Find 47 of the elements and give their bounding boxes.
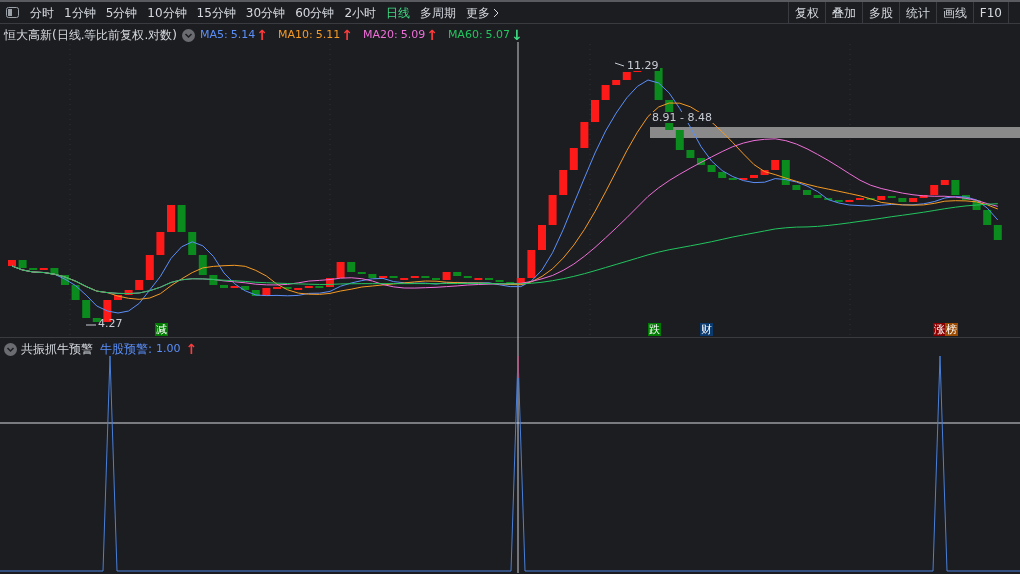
- period-tab[interactable]: 5分钟: [100, 2, 143, 23]
- toolbar-button[interactable]: 画线: [935, 2, 973, 23]
- indicator-value: 1.00: [156, 340, 181, 357]
- indicator-label: MA10:: [277, 26, 313, 43]
- period-tab[interactable]: 2小时: [339, 2, 382, 23]
- period-tab[interactable]: 分时: [25, 2, 59, 23]
- leader-line: [614, 62, 625, 67]
- toolbar-button[interactable]: 多股: [861, 2, 899, 23]
- indicator-value: 5.11: [315, 26, 341, 43]
- indicator-value: 5.07: [485, 26, 511, 43]
- period-tab[interactable]: 10分钟: [142, 2, 192, 23]
- trend-arrow: ↑: [426, 28, 438, 42]
- indicator-label: MA5:: [200, 26, 228, 43]
- trend-arrow: ↑: [256, 28, 268, 42]
- indicator-label: MA20:: [362, 26, 398, 43]
- toolbar-button[interactable]: 统计: [898, 2, 936, 23]
- period-tab[interactable]: 日线: [381, 2, 416, 23]
- collapse-icon[interactable]: [182, 28, 195, 42]
- low-price-label: 4.27: [98, 318, 123, 329]
- indicator-value: 5.09: [400, 26, 426, 43]
- chart-title: 恒大高新(日线.等比前复权.对数): [4, 27, 177, 44]
- indicator-value: 5.14: [230, 26, 256, 43]
- trend-arrow: ↑: [341, 28, 353, 42]
- period-tab[interactable]: 15分钟: [191, 2, 241, 23]
- signal-tag: 财: [700, 323, 713, 336]
- toolbar-button[interactable]: F10: [972, 2, 1008, 23]
- period-tab[interactable]: 1分钟: [59, 2, 101, 23]
- trend-arrow: ↓: [511, 28, 523, 42]
- period-tab[interactable]: 60分钟: [290, 2, 340, 23]
- indicator-title: 共振抓牛预警: [21, 341, 93, 358]
- chevron-right-icon: [493, 7, 500, 18]
- signal-tag: 榜: [945, 323, 958, 336]
- toolbar-button[interactable]: 复权: [787, 2, 825, 23]
- leader-line: [85, 324, 97, 326]
- indicator-label: 牛股预警:: [100, 341, 153, 358]
- panel-toggle-icon[interactable]: [6, 7, 19, 18]
- trend-arrow: ↑: [185, 342, 198, 356]
- indicator-label: MA60:: [447, 26, 483, 43]
- toolbar-button[interactable]: 叠加: [824, 2, 862, 23]
- period-tab[interactable]: 更多: [461, 2, 505, 23]
- collapse-icon[interactable]: [4, 342, 17, 356]
- signal-tag: 减: [155, 323, 168, 336]
- high-price-label: 11.29: [626, 60, 660, 71]
- price-range-label: 8.91 - 8.48: [651, 112, 713, 123]
- period-tab[interactable]: 多周期: [415, 2, 462, 23]
- signal-tag: 跌: [648, 323, 661, 336]
- period-tab[interactable]: 30分钟: [240, 2, 291, 23]
